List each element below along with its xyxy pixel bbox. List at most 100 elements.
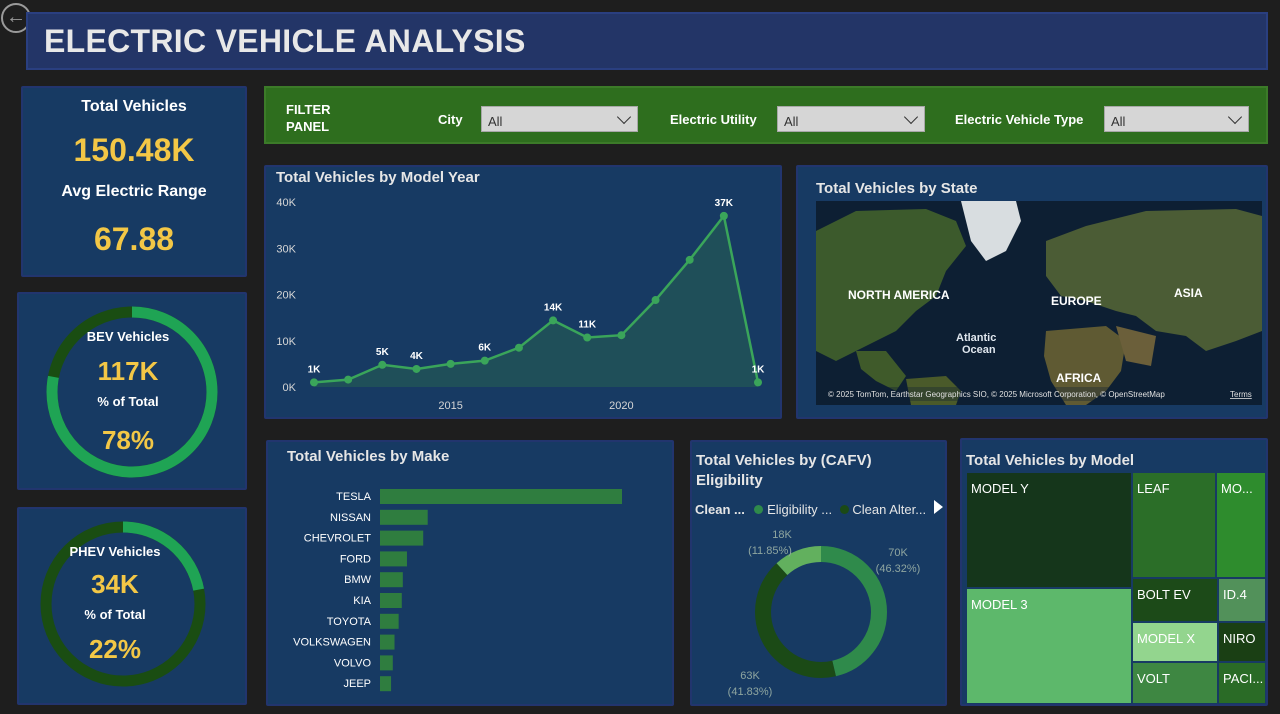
make-category-label: BMW bbox=[344, 574, 372, 586]
page-header: ELECTRIC VEHICLE ANALYSIS bbox=[26, 12, 1268, 70]
make-category-label: NISSAN bbox=[330, 512, 371, 524]
treemap-model-3[interactable]: MODEL 3 bbox=[966, 588, 1132, 704]
kpi-phev-label: PHEV Vehicles bbox=[69, 544, 161, 559]
model-year-point bbox=[446, 359, 455, 368]
make-category-label: KIA bbox=[353, 595, 371, 607]
model-year-point bbox=[514, 343, 523, 352]
utility-filter-label: Electric Utility bbox=[670, 112, 757, 127]
kpi-range-label: Avg Electric Range bbox=[61, 183, 207, 200]
chevron-down-icon bbox=[903, 109, 919, 125]
make-category-label: TOYOTA bbox=[327, 616, 372, 628]
y-tick-label: 10K bbox=[276, 336, 296, 348]
donut-value-label: 70K bbox=[888, 547, 908, 559]
state-map-card: Total Vehicles by State NORTH AMERICA EU… bbox=[796, 165, 1268, 419]
kpi-phev-pct: 22% bbox=[88, 634, 142, 664]
x-tick-label: 2015 bbox=[438, 400, 462, 412]
ev-type-dropdown-value: All bbox=[1111, 114, 1126, 129]
map-label-ocean: Ocean bbox=[962, 344, 996, 356]
model-year-point bbox=[651, 296, 660, 305]
make-bar bbox=[380, 489, 622, 504]
model-year-point bbox=[412, 364, 421, 373]
map-terms-link: Terms bbox=[1230, 390, 1252, 399]
make-category-label: CHEVROLET bbox=[304, 533, 372, 545]
y-tick-label: 20K bbox=[276, 290, 296, 302]
model-year-chart: 0K 10K 20K 30K 40K 2015 2020 1K 5K 4K 6K 14K 11K 37K 1… bbox=[276, 197, 766, 412]
make-bar bbox=[380, 530, 424, 546]
donut-pct-label: (41.83%) bbox=[728, 686, 773, 698]
y-tick-label: 0K bbox=[283, 382, 297, 394]
donut-value-label: 63K bbox=[740, 670, 760, 682]
donut-value-label: 18K bbox=[772, 529, 792, 541]
city-filter-label: City bbox=[438, 112, 463, 127]
kpi-bev-pct-label: % of Total bbox=[97, 394, 159, 409]
model-year-point bbox=[480, 356, 489, 365]
make-bar bbox=[380, 655, 393, 671]
y-tick-label: 30K bbox=[276, 243, 296, 255]
cafv-donut-chart: 70K (46.32%) 63K (41.83%) 18K (11.85%) bbox=[728, 529, 921, 698]
data-label: 4K bbox=[410, 351, 424, 362]
make-category-label: JEEP bbox=[343, 678, 371, 690]
data-label: 5K bbox=[376, 347, 390, 358]
make-category-label: VOLVO bbox=[334, 657, 372, 669]
treemap-bolt-ev[interactable]: BOLT EV bbox=[1132, 578, 1218, 622]
model-year-point bbox=[583, 333, 592, 342]
treemap-niro[interactable]: NIRO bbox=[1218, 622, 1266, 662]
x-tick-label: 2020 bbox=[609, 400, 633, 412]
model-treemap-title: Total Vehicles by Model bbox=[966, 452, 1135, 469]
chevron-down-icon bbox=[616, 109, 632, 125]
utility-dropdown-value: All bbox=[784, 114, 799, 129]
model-year-point bbox=[685, 255, 694, 264]
ev-type-dropdown[interactable]: All bbox=[1104, 106, 1249, 132]
city-dropdown-value: All bbox=[488, 114, 503, 129]
utility-dropdown[interactable]: All bbox=[777, 106, 925, 132]
treemap-paci[interactable]: PACI... bbox=[1218, 662, 1266, 704]
kpi-phev-value: 34K bbox=[91, 569, 139, 599]
bev-ring bbox=[46, 306, 218, 478]
kpi-phev-card: PHEV Vehicles 34K % of Total 22% bbox=[17, 507, 247, 705]
make-bar bbox=[380, 572, 403, 588]
model-year-point bbox=[378, 360, 387, 369]
make-category-label: VOLKSWAGEN bbox=[293, 637, 371, 649]
treemap-mo[interactable]: MO... bbox=[1216, 472, 1266, 578]
data-label: 1K bbox=[752, 364, 766, 375]
world-map[interactable]: NORTH AMERICA EUROPE ASIA Atlantic Ocean… bbox=[816, 201, 1262, 405]
filter-panel: FILTER PANEL City All Electric Utility A… bbox=[264, 86, 1268, 144]
kpi-total-label: Total Vehicles bbox=[81, 98, 187, 115]
make-bar bbox=[380, 551, 407, 567]
kpi-range-value: 67.88 bbox=[93, 221, 175, 257]
treemap-volt[interactable]: VOLT bbox=[1132, 662, 1218, 704]
model-year-chart-card: Total Vehicles by Model Year 0K 10K 20K 30K… bbox=[264, 165, 782, 419]
model-treemap-card: Total Vehicles by Model MODEL Y MODEL 3 … bbox=[960, 438, 1268, 706]
city-dropdown[interactable]: All bbox=[481, 106, 638, 132]
make-bar bbox=[380, 613, 399, 629]
make-category-label: TESLA bbox=[336, 491, 372, 503]
state-map-title: Total Vehicles by State bbox=[816, 180, 978, 197]
model-year-point bbox=[344, 375, 353, 384]
make-bar bbox=[380, 509, 428, 525]
page-title: ELECTRIC VEHICLE ANALYSIS bbox=[44, 23, 526, 59]
map-label-africa: AFRICA bbox=[1056, 371, 1102, 385]
treemap-model-y[interactable]: MODEL Y bbox=[966, 472, 1132, 588]
kpi-bev-value: 117K bbox=[97, 356, 159, 386]
model-year-point bbox=[719, 211, 728, 220]
treemap-leaf[interactable]: LEAF bbox=[1132, 472, 1216, 578]
ev-type-filter-label: Electric Vehicle Type bbox=[955, 112, 1084, 127]
y-tick-label: 40K bbox=[276, 197, 296, 209]
map-label-atlantic: Atlantic bbox=[956, 332, 996, 344]
donut-pct-label: (11.85%) bbox=[748, 545, 792, 557]
data-label: 11K bbox=[578, 320, 597, 331]
map-attribution: © 2025 TomTom, Earthstar Geographics SIO… bbox=[828, 390, 1165, 399]
treemap-id4[interactable]: ID.4 bbox=[1218, 578, 1266, 622]
model-treemap: MODEL Y MODEL 3 LEAF MO... BOLT EV ID.4 … bbox=[966, 472, 1266, 704]
map-label-europe: EUROPE bbox=[1051, 294, 1102, 308]
make-bar bbox=[380, 676, 392, 692]
treemap-model-x[interactable]: MODEL X bbox=[1132, 622, 1218, 662]
chevron-down-icon bbox=[1227, 109, 1243, 125]
data-label: 37K bbox=[715, 198, 734, 209]
make-bar-chart: TESLA NISSAN CHEVROLET FORD BMW KIA TOYOTA VOLK… bbox=[293, 489, 622, 692]
make-chart-card: Total Vehicles by Make TESLA NISSAN CHEVRO… bbox=[266, 440, 674, 706]
make-category-label: FORD bbox=[340, 553, 371, 565]
make-bar bbox=[380, 634, 395, 650]
model-year-point bbox=[754, 378, 762, 387]
data-label: 14K bbox=[544, 302, 563, 313]
